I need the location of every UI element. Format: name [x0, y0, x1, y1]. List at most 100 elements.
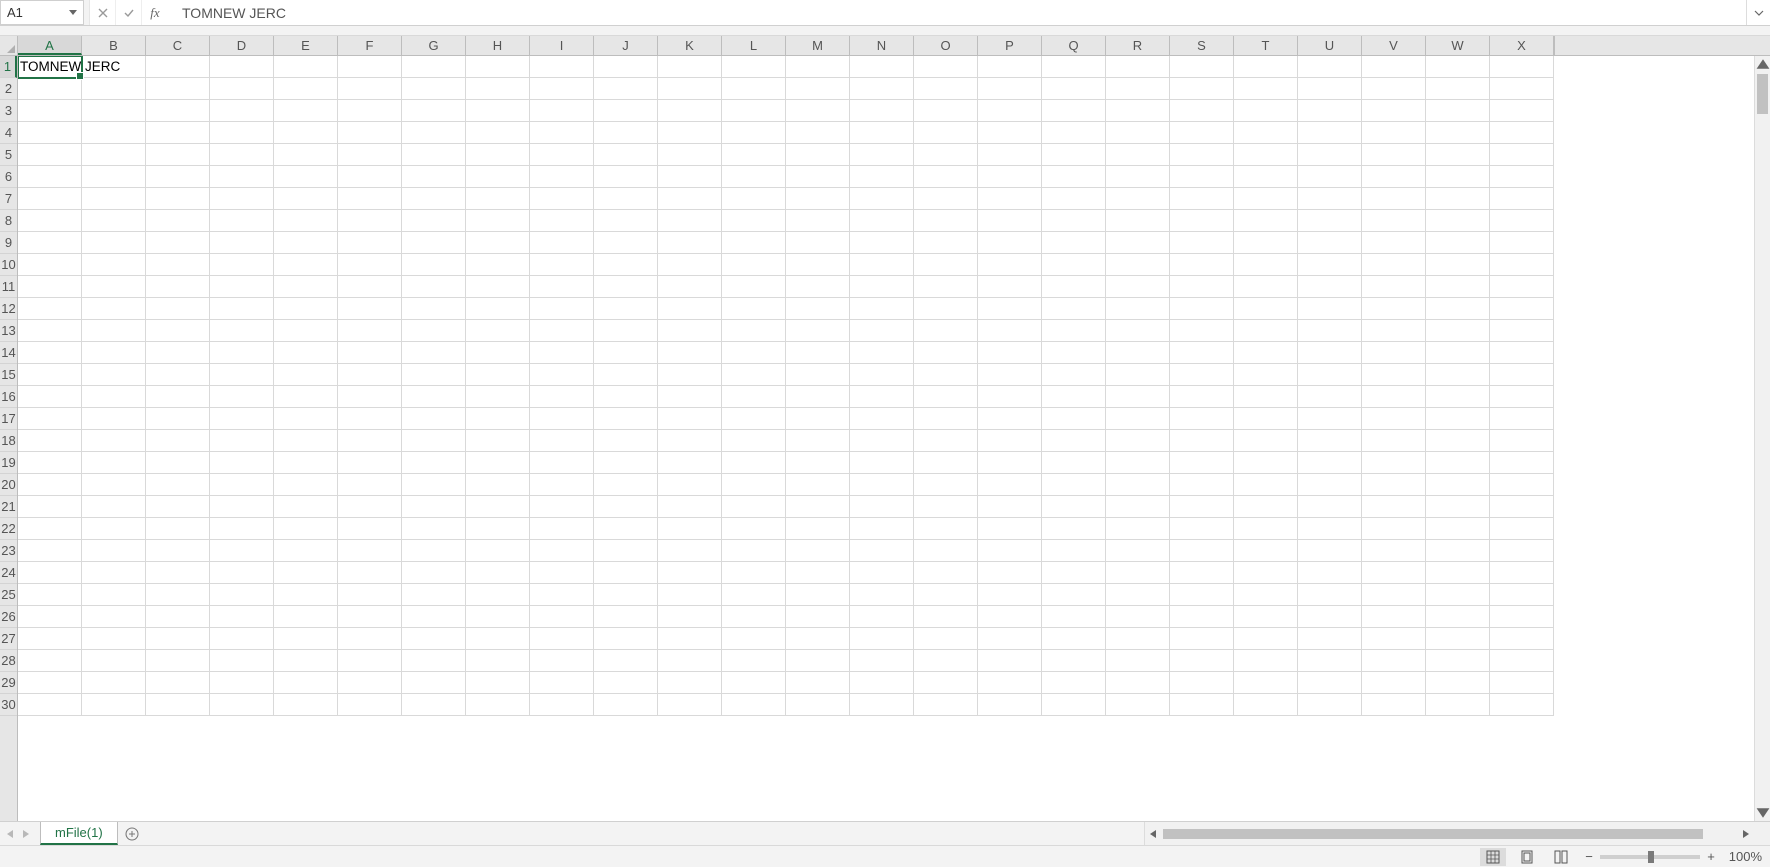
cell-O2[interactable] — [914, 78, 978, 100]
cell-D21[interactable] — [210, 496, 274, 518]
cell-S7[interactable] — [1170, 188, 1234, 210]
cell-B22[interactable] — [82, 518, 146, 540]
formula-input[interactable] — [168, 0, 1746, 25]
cell-O29[interactable] — [914, 672, 978, 694]
cell-C2[interactable] — [146, 78, 210, 100]
zoom-percent-label[interactable]: 100% — [1722, 849, 1762, 864]
cell-E7[interactable] — [274, 188, 338, 210]
cell-U13[interactable] — [1298, 320, 1362, 342]
cell-P27[interactable] — [978, 628, 1042, 650]
cell-P10[interactable] — [978, 254, 1042, 276]
row-header-10[interactable]: 10 — [0, 254, 17, 276]
cell-A24[interactable] — [18, 562, 82, 584]
cell-M30[interactable] — [786, 694, 850, 716]
cell-L26[interactable] — [722, 606, 786, 628]
cell-W12[interactable] — [1426, 298, 1490, 320]
cell-I18[interactable] — [530, 430, 594, 452]
cell-A26[interactable] — [18, 606, 82, 628]
cell-X17[interactable] — [1490, 408, 1554, 430]
cell-S23[interactable] — [1170, 540, 1234, 562]
cell-P16[interactable] — [978, 386, 1042, 408]
cell-D1[interactable] — [210, 56, 274, 78]
cell-T5[interactable] — [1234, 144, 1298, 166]
cell-Q20[interactable] — [1042, 474, 1106, 496]
cell-T14[interactable] — [1234, 342, 1298, 364]
cell-D30[interactable] — [210, 694, 274, 716]
zoom-out-button[interactable]: − — [1582, 849, 1596, 864]
cell-D2[interactable] — [210, 78, 274, 100]
cell-V23[interactable] — [1362, 540, 1426, 562]
cell-F27[interactable] — [338, 628, 402, 650]
cell-E15[interactable] — [274, 364, 338, 386]
cell-U12[interactable] — [1298, 298, 1362, 320]
cell-I28[interactable] — [530, 650, 594, 672]
cell-S17[interactable] — [1170, 408, 1234, 430]
cell-X16[interactable] — [1490, 386, 1554, 408]
cell-R12[interactable] — [1106, 298, 1170, 320]
cell-B8[interactable] — [82, 210, 146, 232]
cell-K23[interactable] — [658, 540, 722, 562]
column-header-G[interactable]: G — [402, 36, 466, 55]
cell-E14[interactable] — [274, 342, 338, 364]
cell-Q30[interactable] — [1042, 694, 1106, 716]
horizontal-scroll-track[interactable] — [1161, 828, 1738, 840]
cell-C21[interactable] — [146, 496, 210, 518]
cell-L13[interactable] — [722, 320, 786, 342]
cell-F19[interactable] — [338, 452, 402, 474]
cell-J29[interactable] — [594, 672, 658, 694]
cell-L15[interactable] — [722, 364, 786, 386]
cell-K17[interactable] — [658, 408, 722, 430]
cell-I15[interactable] — [530, 364, 594, 386]
row-header-15[interactable]: 15 — [0, 364, 17, 386]
cell-M1[interactable] — [786, 56, 850, 78]
cell-K20[interactable] — [658, 474, 722, 496]
cell-S22[interactable] — [1170, 518, 1234, 540]
cell-O28[interactable] — [914, 650, 978, 672]
cell-U3[interactable] — [1298, 100, 1362, 122]
cell-I10[interactable] — [530, 254, 594, 276]
cell-W16[interactable] — [1426, 386, 1490, 408]
cell-Q15[interactable] — [1042, 364, 1106, 386]
cell-M28[interactable] — [786, 650, 850, 672]
cell-Q9[interactable] — [1042, 232, 1106, 254]
cell-M17[interactable] — [786, 408, 850, 430]
cell-E16[interactable] — [274, 386, 338, 408]
cell-H8[interactable] — [466, 210, 530, 232]
cell-S19[interactable] — [1170, 452, 1234, 474]
cell-F30[interactable] — [338, 694, 402, 716]
cell-I24[interactable] — [530, 562, 594, 584]
cell-P19[interactable] — [978, 452, 1042, 474]
cell-R26[interactable] — [1106, 606, 1170, 628]
cell-E23[interactable] — [274, 540, 338, 562]
cell-A29[interactable] — [18, 672, 82, 694]
cell-L29[interactable] — [722, 672, 786, 694]
cell-X20[interactable] — [1490, 474, 1554, 496]
cell-T9[interactable] — [1234, 232, 1298, 254]
column-header-J[interactable]: J — [594, 36, 658, 55]
cell-I2[interactable] — [530, 78, 594, 100]
cell-X23[interactable] — [1490, 540, 1554, 562]
cell-D4[interactable] — [210, 122, 274, 144]
cell-X5[interactable] — [1490, 144, 1554, 166]
cell-F15[interactable] — [338, 364, 402, 386]
cell-F28[interactable] — [338, 650, 402, 672]
column-header-D[interactable]: D — [210, 36, 274, 55]
cell-F7[interactable] — [338, 188, 402, 210]
cell-R10[interactable] — [1106, 254, 1170, 276]
cell-S28[interactable] — [1170, 650, 1234, 672]
cell-R22[interactable] — [1106, 518, 1170, 540]
cell-F16[interactable] — [338, 386, 402, 408]
cell-W11[interactable] — [1426, 276, 1490, 298]
cell-J5[interactable] — [594, 144, 658, 166]
cell-H1[interactable] — [466, 56, 530, 78]
scroll-right-button[interactable] — [1738, 826, 1754, 842]
cell-V18[interactable] — [1362, 430, 1426, 452]
cell-P3[interactable] — [978, 100, 1042, 122]
cell-S11[interactable] — [1170, 276, 1234, 298]
cell-I11[interactable] — [530, 276, 594, 298]
cell-J10[interactable] — [594, 254, 658, 276]
cell-K30[interactable] — [658, 694, 722, 716]
cell-Q4[interactable] — [1042, 122, 1106, 144]
cell-W22[interactable] — [1426, 518, 1490, 540]
cell-B26[interactable] — [82, 606, 146, 628]
